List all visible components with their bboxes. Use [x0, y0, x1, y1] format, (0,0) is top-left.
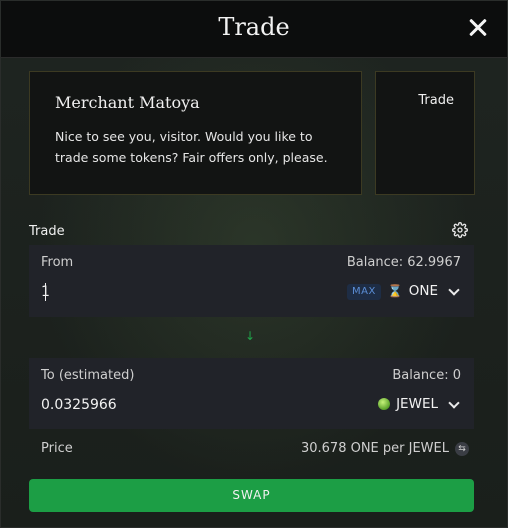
- to-amount-input[interactable]: 0.0325966: [41, 397, 117, 413]
- arrow-down-icon[interactable]: ↓: [245, 329, 255, 343]
- from-token-select[interactable]: ⌛ ONE: [387, 280, 460, 302]
- text-caret: [45, 283, 46, 301]
- portrait-label: Trade: [418, 93, 454, 108]
- chevron-down-icon: [448, 283, 460, 296]
- to-panel: To (estimated) Balance: 0 0.0325966 JEWE…: [29, 358, 474, 429]
- price-label: Price: [41, 441, 73, 456]
- merchant-message: Nice to see you, visitor. Would you like…: [55, 129, 328, 165]
- from-label: From: [41, 255, 74, 270]
- close-icon[interactable]: [465, 15, 491, 41]
- swap-rate-icon[interactable]: ⇆: [455, 441, 469, 456]
- chevron-down-icon: [448, 396, 460, 409]
- from-panel: From Balance: 62.9967 1 MAX ⌛ ONE: [29, 245, 474, 317]
- jewel-token-icon: [378, 398, 391, 410]
- trade-section-label: Trade: [29, 224, 65, 239]
- merchant-dialog: Merchant Matoya Nice to see you, visitor…: [29, 71, 362, 195]
- max-button[interactable]: MAX: [347, 284, 381, 300]
- from-balance: Balance: 62.9967: [346, 255, 461, 270]
- to-token-select[interactable]: JEWEL: [378, 393, 460, 415]
- modal-header: Trade: [1, 1, 507, 58]
- to-balance: Balance: 0: [392, 368, 461, 383]
- modal-title: Trade: [218, 13, 290, 41]
- one-token-icon: ⌛: [387, 284, 403, 298]
- gear-icon[interactable]: [452, 222, 468, 238]
- price-value: 30.678 ONE per JEWEL: [300, 441, 449, 456]
- swap-button[interactable]: SWAP: [29, 479, 474, 512]
- merchant-portrait: Trade: [375, 71, 475, 195]
- to-label: To (estimated): [41, 368, 135, 383]
- to-token-label: JEWEL: [396, 396, 438, 412]
- from-token-label: ONE: [408, 283, 438, 299]
- merchant-name: Merchant Matoya: [55, 93, 200, 112]
- trade-modal: Trade Merchant Matoya Nice to see you, v…: [0, 0, 508, 528]
- price-value-row: 30.678 ONE per JEWEL ⇆: [301, 441, 469, 456]
